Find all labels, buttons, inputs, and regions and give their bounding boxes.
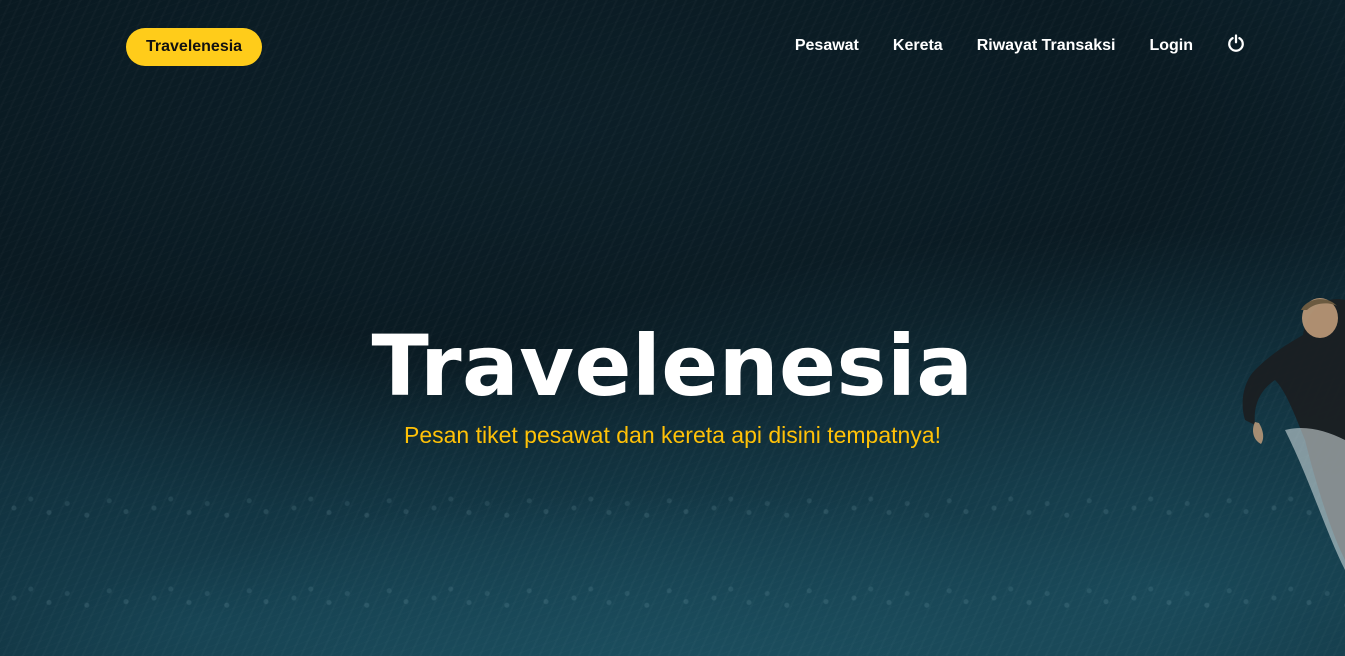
power-icon[interactable] [1227, 34, 1245, 52]
brand-button[interactable]: Travelenesia [126, 28, 263, 66]
hero-subtitle: Pesan tiket pesawat dan kereta api disin… [404, 422, 941, 448]
hero-title: Travelenesia [371, 317, 974, 415]
wave-spray [0, 436, 1345, 656]
nav-link-kereta[interactable]: Kereta [893, 37, 943, 55]
nav-link-riwayat-transaksi[interactable]: Riwayat Transaksi [977, 37, 1116, 55]
navbar: Travelenesia Pesawat Kereta Riwayat Tran… [0, 0, 1345, 92]
hero-content: Travelenesia Pesan tiket pesawat dan ker… [0, 318, 1345, 450]
nav-link-pesawat[interactable]: Pesawat [795, 37, 859, 55]
nav-link-login[interactable]: Login [1149, 37, 1193, 55]
nav-links: Pesawat Kereta Riwayat Transaksi Login [795, 30, 1245, 62]
hero-section: Travelenesia Pesawat Kereta Riwayat Tran… [0, 0, 1345, 656]
